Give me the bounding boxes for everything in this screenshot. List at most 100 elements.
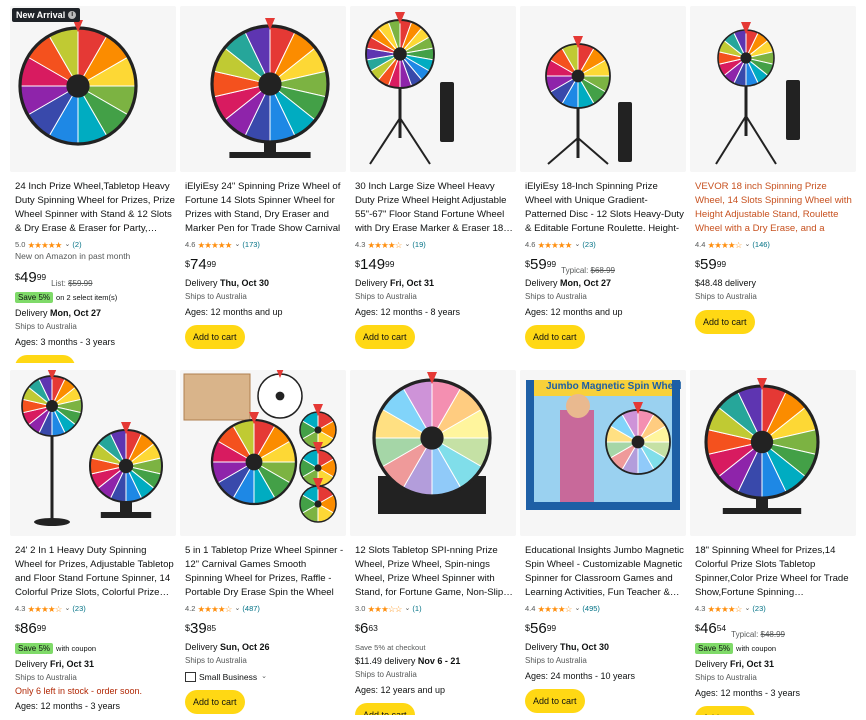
review-count[interactable]: (487) [242,602,260,616]
chevron-down-icon[interactable]: ⌄ [405,602,411,616]
rating[interactable]: 4.3 ★★★★☆ ⌄ (19) [355,239,515,250]
add-to-cart-button[interactable]: Add to cart [185,690,245,714]
small-business-label: Small Business [199,672,258,682]
product-image[interactable] [350,6,516,172]
chevron-down-icon[interactable]: ⌄ [65,602,71,616]
info-icon[interactable]: i [68,11,77,19]
small-business-badge[interactable]: Small Business ⌄ [185,670,345,684]
delivery-date: Fri, Oct 31 [730,659,775,669]
price[interactable]: $59 99 [695,255,855,277]
delivery-label: Delivery [15,659,48,669]
product-image[interactable] [520,6,686,172]
product-image[interactable]: Jumbo Magnetic Spin Wheel [520,370,686,536]
delivery-info: Delivery Sun, Oct 26 [185,641,345,654]
review-count[interactable]: (23) [72,602,85,616]
chevron-down-icon[interactable]: ⌄ [745,602,751,616]
product-image[interactable] [10,370,176,536]
product-title[interactable]: 30 Inch Large Size Wheel Heavy Duty Priz… [355,180,515,236]
rating[interactable]: 4.2 ★★★★☆ ⌄ (487) [185,603,345,614]
rating[interactable]: 4.6 ★★★★★ ⌄ (173) [185,239,345,250]
review-count[interactable]: (23) [582,238,595,252]
product-title[interactable]: 12 Slots Tabletop SPI-nning Prize Wheel,… [355,544,515,600]
add-to-cart-button[interactable]: Add to cart [525,689,585,713]
product-title[interactable]: iElyiEsy 18-Inch Spinning Prize Wheel wi… [525,180,685,236]
chevron-down-icon[interactable]: ⌄ [575,602,581,616]
rating[interactable]: 4.4 ★★★★☆ ⌄ (495) [525,603,685,614]
save-text: on 2 select item(s) [56,293,118,302]
product-title[interactable]: 24 Inch Prize Wheel,Tabletop Heavy Duty … [15,180,175,236]
review-count[interactable]: (23) [752,602,765,616]
chevron-down-icon[interactable]: ⌄ [235,238,241,252]
results-grid: New Arrival i 24 Inch Prize Wheel,Tableto… [0,0,866,720]
product-image[interactable] [180,370,346,536]
rating[interactable]: 5.0 ★★★★★ ⌄ (2) [15,239,175,250]
typical-price-label: Typical: [561,266,589,275]
product-title[interactable]: 5 in 1 Tabletop Prize Wheel Spinner - 12… [185,544,345,600]
ships-to: Ships to Australia [15,673,77,682]
add-to-cart-button[interactable]: Add to cart [695,706,755,715]
delivery-date: Thu, Oct 30 [220,278,270,288]
add-to-cart-button[interactable]: Add to cart [525,325,585,349]
product-card: VEVOR 18 inch Spinning Prize Wheel, 14 S… [690,6,856,363]
review-count[interactable]: (173) [242,238,260,252]
delivery-label: Delivery [185,278,218,288]
product-card: iElyiEsy 18-Inch Spinning Prize Wheel wi… [520,6,686,363]
save-text: with coupon [56,644,97,653]
review-count[interactable]: (19) [412,238,425,252]
product-image[interactable] [180,6,346,172]
price[interactable]: $49 99 List: $59.99 [15,268,175,290]
product-title[interactable]: iElyiEsy 24" Spinning Prize Wheel of For… [185,180,345,236]
rating-value: 4.3 [355,239,366,249]
rating[interactable]: 4.6 ★★★★★ ⌄ (23) [525,239,685,250]
product-card: 24' 2 In 1 Heavy Duty Spinning Wheel for… [10,370,176,715]
price[interactable]: $74 99 [185,255,345,277]
rating[interactable]: 4.3 ★★★★☆ ⌄ (23) [15,603,175,614]
product-title[interactable]: Educational Insights Jumbo Magnetic Spin… [525,544,685,600]
rating[interactable]: 4.3 ★★★★☆ ⌄ (23) [695,603,855,614]
price[interactable]: $59 99 Typical: $68.99 [525,255,685,277]
chevron-down-icon[interactable]: ⌄ [235,602,241,616]
star-rating-icon: ★★★★★ [197,239,232,250]
product-image[interactable] [690,6,856,172]
add-to-cart-button[interactable]: Add to cart [355,703,415,715]
price-fraction: 63 [368,623,378,633]
delivery-label: Delivery [695,659,728,669]
price-whole: 59 [700,256,717,273]
price[interactable]: $56 99 [525,619,685,641]
rating-value: 3.0 [355,603,366,613]
product-image[interactable] [350,370,516,536]
star-rating-icon: ★★★★☆ [537,603,572,614]
review-count[interactable]: (146) [752,238,770,252]
price[interactable]: $46 54 Typical: $48.99 [695,619,855,641]
chevron-down-icon[interactable]: ⌄ [745,238,751,252]
price[interactable]: $149 99 [355,255,515,277]
rating-value: 4.2 [185,603,196,613]
price[interactable]: $86 99 [15,619,175,641]
price[interactable]: $6 63 [355,619,515,641]
chevron-down-icon[interactable]: ⌄ [261,670,267,684]
review-count[interactable]: (1) [412,602,421,616]
rating[interactable]: 3.0 ★★★☆☆ ⌄ (1) [355,603,515,614]
product-image[interactable] [690,370,856,536]
add-to-cart-button[interactable]: Add to cart [185,325,245,349]
product-image[interactable]: New Arrival i [10,6,176,172]
product-title[interactable]: 24' 2 In 1 Heavy Duty Spinning Wheel for… [15,544,175,600]
product-title[interactable]: 18" Spinning Wheel for Prizes,14 Colorfu… [695,544,855,600]
review-count[interactable]: (495) [582,602,600,616]
delivery-label: Delivery [185,642,218,652]
add-to-cart-button[interactable]: Add to cart [695,310,755,334]
delivery-fee: $11.49 delivery [355,656,416,666]
coupon-row[interactable]: Save 5% with coupon [15,642,175,656]
price-fraction: 99 [36,623,47,633]
product-title[interactable]: VEVOR 18 inch Spinning Prize Wheel, 14 S… [695,180,855,236]
chevron-down-icon[interactable]: ⌄ [575,238,581,252]
rating[interactable]: 4.4 ★★★★☆ ⌄ (146) [695,239,855,250]
add-to-cart-button[interactable]: Add to cart [15,355,75,363]
age-range: Ages: 24 months - 10 years [525,671,636,681]
coupon-row[interactable]: Save 5% with coupon [695,642,855,656]
add-to-cart-button[interactable]: Add to cart [355,325,415,349]
chevron-down-icon[interactable]: ⌄ [405,238,411,252]
price[interactable]: $39 85 [185,619,345,641]
coupon-row[interactable]: Save 5% on 2 select item(s) [15,291,175,305]
product-card: Jumbo Magnetic Spin Wheel Educational In… [520,370,686,715]
